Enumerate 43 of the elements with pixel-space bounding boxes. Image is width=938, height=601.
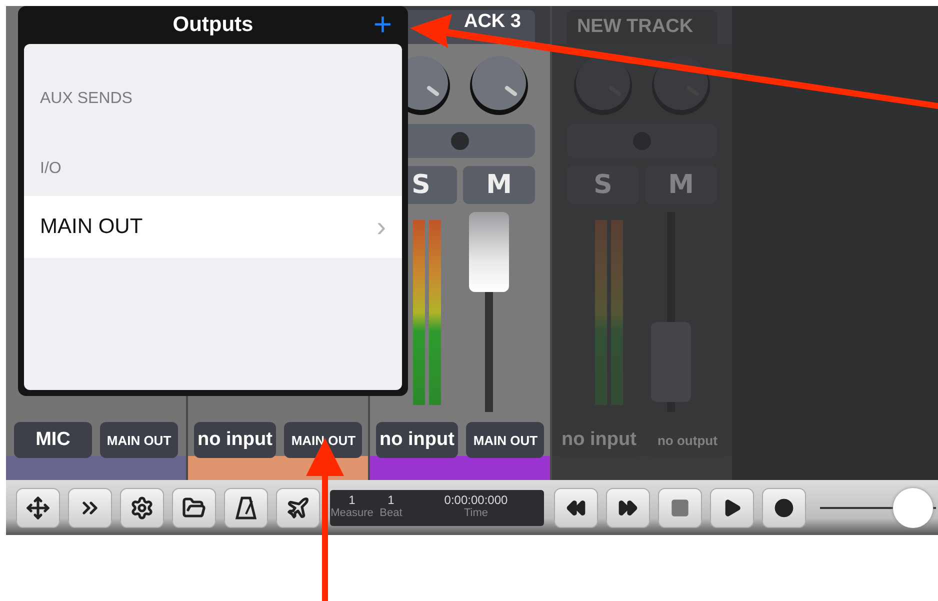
folder-button[interactable]	[172, 488, 216, 528]
airplane-icon	[286, 496, 310, 520]
input-button[interactable]: no input	[194, 422, 276, 458]
output-button[interactable]: MAIN OUT	[466, 422, 544, 458]
metronome-icon	[235, 496, 257, 520]
record-button[interactable]	[762, 488, 806, 528]
counter-value: 1	[348, 492, 356, 506]
airplane-button[interactable]	[276, 488, 320, 528]
record-icon	[774, 498, 794, 518]
fast-forward-button[interactable]	[606, 488, 650, 528]
input-button[interactable]: MIC	[14, 422, 92, 458]
chevron-icon: ›	[376, 211, 386, 243]
move-icon	[26, 496, 50, 520]
mute-button[interactable]: M	[463, 166, 535, 204]
section-header: I/O	[40, 160, 62, 177]
output-button[interactable]: MAIN OUT	[100, 422, 178, 458]
popover-title: Outputs	[172, 13, 254, 37]
volume-slider[interactable]	[820, 488, 936, 528]
rewind-icon	[566, 498, 586, 518]
section-header: AUX SENDS	[40, 90, 132, 107]
counter-label: Time	[462, 506, 490, 518]
pan-thumb[interactable]	[451, 132, 469, 150]
volume-thumb[interactable]	[892, 488, 933, 528]
counter-value: 0:00:00:000	[443, 492, 509, 506]
input-button[interactable]: no input	[376, 422, 458, 458]
rewind-button[interactable]	[554, 488, 598, 528]
folder-icon	[182, 496, 206, 520]
stop-button[interactable]	[658, 488, 702, 528]
counter-value: 1	[386, 492, 396, 506]
fast-forward-button[interactable]	[68, 488, 112, 528]
row-label: MAIN OUT	[40, 215, 143, 239]
counter-label: Beat	[378, 506, 404, 518]
output-row[interactable]: MAIN OUT ›	[24, 196, 402, 258]
settings-icon	[130, 496, 154, 520]
move-button[interactable]	[16, 488, 60, 528]
output-button[interactable]: MAIN OUT	[284, 422, 362, 458]
play-button[interactable]	[710, 488, 754, 528]
settings-button[interactable]	[120, 488, 164, 528]
metronome-button[interactable]	[224, 488, 268, 528]
fast-forward-icon	[618, 498, 638, 518]
stop-icon	[670, 498, 690, 518]
counter-label: Measure	[330, 506, 374, 518]
fader-thumb[interactable]	[469, 212, 509, 292]
